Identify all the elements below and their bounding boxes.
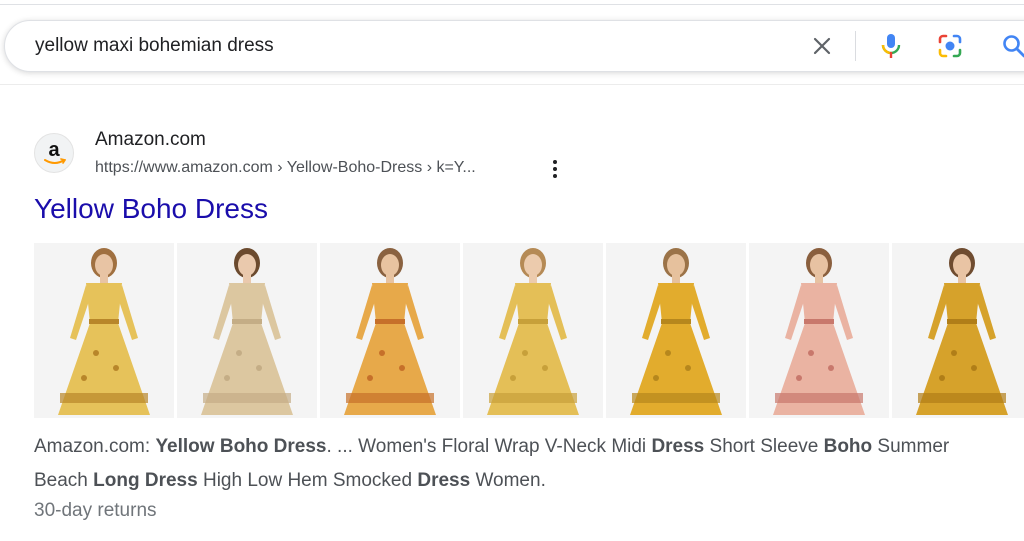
close-icon[interactable]: [810, 34, 834, 58]
top-divider: [0, 4, 1024, 5]
snippet-text: High Low Hem Smocked: [197, 470, 418, 491]
snippet-text: Beach: [34, 470, 94, 491]
snippet-line-1: Amazon.com: Yellow Boho Dress. ... Women…: [34, 430, 1024, 464]
snippet-text: Short Sleeve: [704, 436, 824, 457]
product-thumbnail[interactable]: [749, 243, 889, 418]
camera-lens-icon[interactable]: [937, 33, 963, 59]
result-snippet: Amazon.com: Yellow Boho Dress. ... Women…: [34, 430, 1024, 498]
product-thumbnail[interactable]: [320, 243, 460, 418]
search-bar-divider: [855, 31, 856, 61]
product-thumbnail[interactable]: [892, 243, 1024, 418]
snippet-text: Amazon.com:: [34, 436, 156, 457]
product-thumbnail[interactable]: [463, 243, 603, 418]
product-thumbnail[interactable]: [606, 243, 746, 418]
snippet-keyword: Dress: [651, 436, 705, 457]
snippet-text: Women.: [470, 470, 546, 491]
snippet-line-2: Beach Long Dress High Low Hem Smocked Dr…: [34, 464, 1024, 498]
magnifier-icon[interactable]: [1001, 33, 1024, 59]
product-thumbnail[interactable]: [177, 243, 317, 418]
returns-info: 30-day returns: [34, 500, 157, 521]
snippet-keyword: Dress: [417, 470, 471, 491]
snippet-text: . ... Women's Floral Wrap V-Neck Midi: [326, 436, 652, 457]
more-options-icon[interactable]: [548, 158, 562, 180]
result-url[interactable]: https://www.amazon.com › Yellow-Boho-Dre…: [95, 159, 476, 177]
amazon-favicon: a: [34, 133, 74, 173]
snippet-keyword: Long Dress: [93, 470, 198, 491]
snippet-keyword: Yellow Boho Dress: [155, 436, 327, 457]
snippet-text: Summer: [872, 436, 950, 457]
microphone-icon[interactable]: [879, 33, 903, 59]
snippet-keyword: Boho: [823, 436, 873, 457]
result-title-link[interactable]: Yellow Boho Dress: [34, 193, 268, 225]
search-bar[interactable]: yellow maxi bohemian dress: [4, 20, 1024, 72]
search-input[interactable]: yellow maxi bohemian dress: [35, 35, 274, 57]
product-thumbnail[interactable]: [34, 243, 174, 418]
header-divider: [0, 84, 1024, 85]
amazon-smile-icon: [44, 158, 66, 164]
site-name[interactable]: Amazon.com: [95, 129, 206, 151]
image-thumbnails: [34, 243, 1024, 418]
